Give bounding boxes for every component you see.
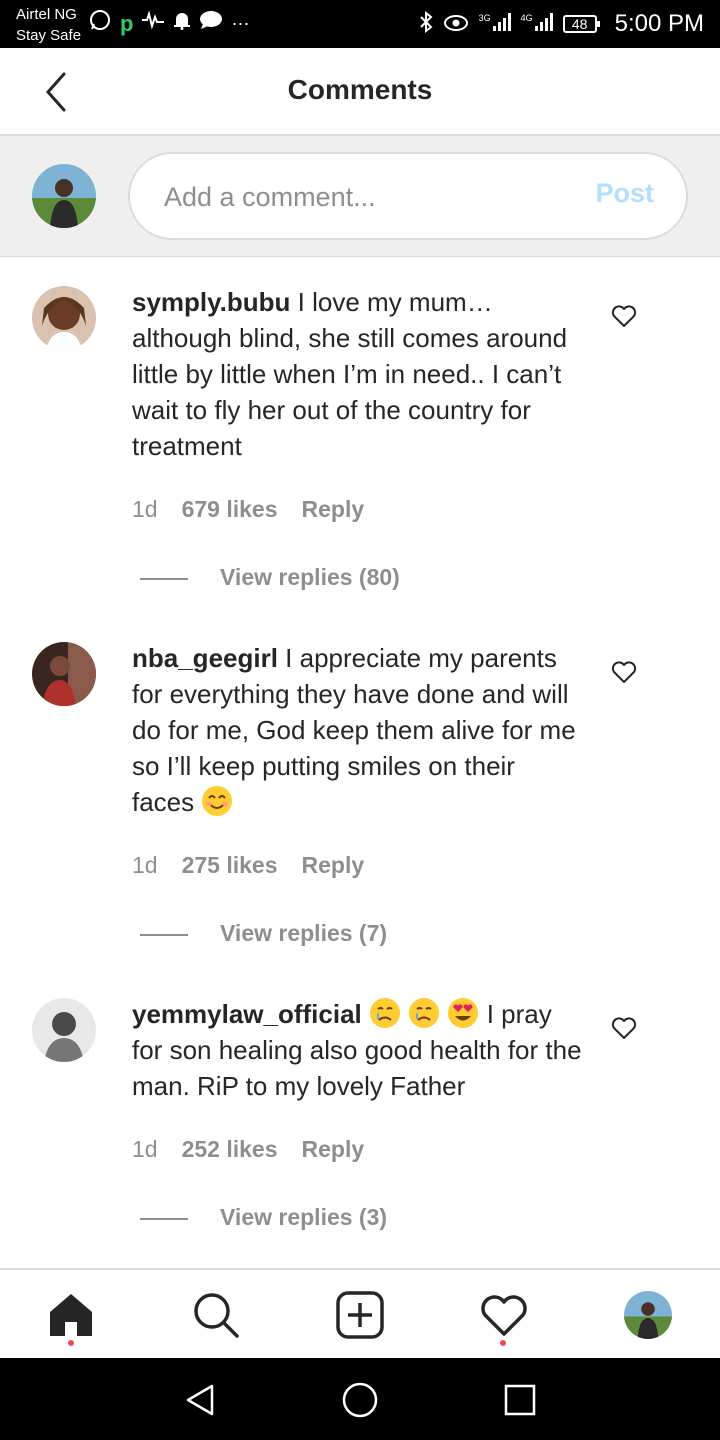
crying-face-emoji-icon bbox=[370, 998, 401, 1028]
network-label-1: 3G bbox=[478, 13, 491, 23]
notification-icons: p ⋯ bbox=[88, 10, 249, 38]
add-post-icon bbox=[336, 1291, 384, 1339]
system-navigation-bar bbox=[0, 1358, 720, 1440]
comment-username[interactable]: symply.bubu bbox=[132, 287, 290, 317]
eye-comfort-icon bbox=[443, 12, 469, 36]
p-app-icon: p bbox=[120, 11, 134, 36]
comment-composer: Post bbox=[0, 136, 720, 257]
signal-3g: 3G bbox=[479, 13, 511, 35]
whatsapp-icon bbox=[88, 8, 112, 40]
comment-likes[interactable]: 275 likes bbox=[182, 852, 278, 879]
system-home-button[interactable] bbox=[340, 1380, 380, 1420]
profile-avatar bbox=[624, 1291, 672, 1339]
view-replies-button[interactable]: View replies (7) bbox=[140, 920, 387, 947]
like-comment-button[interactable] bbox=[610, 658, 638, 686]
comment-likes[interactable]: 679 likes bbox=[182, 496, 278, 523]
like-comment-button[interactable] bbox=[610, 1014, 638, 1042]
crying-face-emoji-icon bbox=[409, 998, 440, 1028]
pulse-icon bbox=[141, 10, 165, 38]
comment-time: 1d bbox=[132, 852, 158, 878]
comment-meta: 1d 275 likes Reply bbox=[132, 852, 364, 879]
comment-input-wrapper: Post bbox=[128, 152, 688, 240]
nav-new-post[interactable] bbox=[335, 1290, 385, 1340]
view-replies-label: View replies (80) bbox=[220, 564, 400, 590]
view-replies-button[interactable]: View replies (3) bbox=[140, 1204, 387, 1231]
divider-line bbox=[140, 933, 188, 936]
bell-icon bbox=[173, 10, 191, 38]
carrier-info: Airtel NG Stay Safe bbox=[16, 4, 81, 46]
signal-bars-icon bbox=[492, 13, 511, 31]
divider-line bbox=[140, 1217, 188, 1220]
view-replies-label: View replies (7) bbox=[220, 920, 388, 946]
home-icon bbox=[50, 1294, 92, 1336]
bluetooth-icon bbox=[419, 10, 433, 37]
nav-profile[interactable] bbox=[623, 1290, 673, 1340]
nav-home[interactable] bbox=[46, 1290, 96, 1340]
post-button[interactable]: Post bbox=[595, 178, 654, 209]
battery-icon: 48 bbox=[562, 15, 600, 33]
commenter-avatar[interactable] bbox=[32, 286, 96, 350]
comment-text-block: yemmylaw_official I pray for son healing… bbox=[132, 996, 582, 1104]
comment-meta: 1d 252 likes Reply bbox=[132, 1136, 364, 1163]
triangle-back-icon bbox=[186, 1384, 214, 1416]
comment-meta: 1d 679 likes Reply bbox=[132, 496, 364, 523]
divider-line bbox=[140, 577, 188, 580]
activity-notification-dot bbox=[500, 1340, 506, 1346]
battery-level: 48 bbox=[571, 16, 588, 32]
carrier-name: Airtel NG bbox=[16, 6, 77, 23]
carrier-sub: Stay Safe bbox=[16, 27, 82, 44]
bottom-navigation bbox=[0, 1268, 720, 1358]
nav-search[interactable] bbox=[191, 1290, 241, 1340]
system-recents-button[interactable] bbox=[500, 1380, 540, 1420]
view-replies-label: View replies (3) bbox=[220, 1204, 388, 1230]
clock: 5:00 PM bbox=[614, 10, 704, 37]
comment-username[interactable]: yemmylaw_official bbox=[132, 999, 362, 1029]
signal-bars-icon bbox=[534, 13, 553, 31]
comment-likes[interactable]: 252 likes bbox=[182, 1136, 278, 1163]
status-right: 3G 4G 48 5:00 PM bbox=[419, 8, 704, 40]
heart-outline-icon bbox=[611, 661, 637, 683]
more-icon: ⋯ bbox=[231, 14, 250, 34]
square-recents-icon bbox=[504, 1384, 536, 1416]
network-label-2: 4G bbox=[520, 13, 533, 23]
nav-activity[interactable] bbox=[479, 1290, 529, 1340]
heart-eyes-emoji-icon bbox=[448, 998, 479, 1028]
reply-button[interactable]: Reply bbox=[302, 496, 365, 523]
message-icon bbox=[199, 10, 223, 38]
comment-text-block: nba_geegirl I appreciate my parents for … bbox=[132, 640, 582, 820]
circle-home-icon bbox=[342, 1382, 378, 1418]
heart-icon bbox=[481, 1295, 527, 1336]
search-icon bbox=[194, 1293, 239, 1338]
heart-outline-icon bbox=[611, 305, 637, 327]
reply-button[interactable]: Reply bbox=[302, 852, 365, 879]
comment-username[interactable]: nba_geegirl bbox=[132, 643, 278, 673]
home-notification-dot bbox=[68, 1340, 74, 1346]
current-user-avatar[interactable] bbox=[32, 164, 96, 228]
commenter-avatar[interactable] bbox=[32, 998, 96, 1062]
comment-text-block: symply.bubu I love my mum… although blin… bbox=[132, 284, 582, 464]
comment-time: 1d bbox=[132, 496, 158, 522]
reply-button[interactable]: Reply bbox=[302, 1136, 365, 1163]
comment-input[interactable] bbox=[162, 176, 566, 218]
heart-outline-icon bbox=[611, 1017, 637, 1039]
smiling-face-emoji-icon bbox=[202, 786, 233, 816]
comment-time: 1d bbox=[132, 1136, 158, 1162]
signal-4g: 4G bbox=[521, 13, 553, 35]
view-replies-button[interactable]: View replies (80) bbox=[140, 564, 400, 591]
status-bar: Airtel NG Stay Safe p ⋯ 3G 4G 48 5:00 PM bbox=[0, 0, 720, 48]
page-title: Comments bbox=[287, 74, 433, 105]
app-header: Comments bbox=[0, 48, 720, 136]
system-back-button[interactable] bbox=[180, 1380, 220, 1420]
commenter-avatar[interactable] bbox=[32, 642, 96, 706]
like-comment-button[interactable] bbox=[610, 302, 638, 330]
